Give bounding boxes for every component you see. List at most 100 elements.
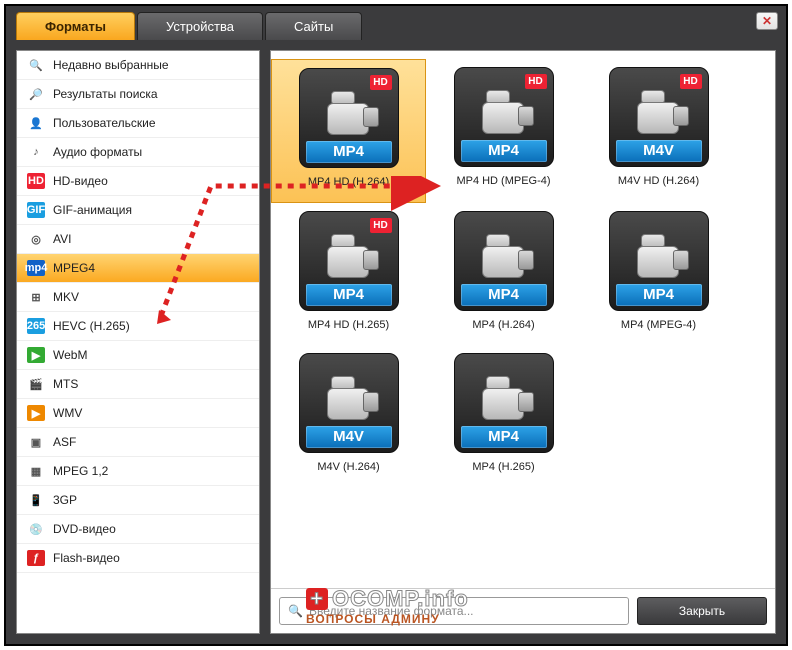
preset-m4v-h-264-[interactable]: M4V M4V (H.264) <box>271 345 426 487</box>
preset-mp4-h-265-[interactable]: MP4 MP4 (H.265) <box>426 345 581 487</box>
sidebar-item-asf[interactable]: ▣ ASF <box>17 428 259 457</box>
sidebar-item-label: MPEG 1,2 <box>53 464 108 478</box>
sidebar-item-label: AVI <box>53 232 71 246</box>
camcorder-icon <box>321 89 377 137</box>
bottom-bar: 🔍 Введите название формата... Закрыть <box>271 588 775 633</box>
sidebar-item-label: HD-видео <box>53 174 108 188</box>
sidebar-item-icon: GIF <box>27 202 45 218</box>
preset-panel: MP4HDMP4 HD (H.264)MP4HDMP4 HD (MPEG-4)M… <box>270 50 776 634</box>
sidebar-item-avi[interactable]: ◎ AVI <box>17 225 259 254</box>
preset-thumbnail: MP4 <box>609 211 709 311</box>
sidebar-item-icon: 265 <box>27 318 45 334</box>
camcorder-icon <box>321 374 377 422</box>
tab-sites[interactable]: Сайты <box>265 12 362 40</box>
preset-m4v-hd-h-264-[interactable]: M4V HD M4V HD (H.264) <box>581 59 736 203</box>
preset-mp4-hd-h-264-[interactable]: MP4HD MP4 HD (H.264) <box>271 59 426 203</box>
camcorder-icon <box>476 374 532 422</box>
preset-thumbnail: MP4 <box>454 211 554 311</box>
sidebar-item-mts[interactable]: 🎬MTS <box>17 370 259 399</box>
sidebar-item-пользовательские[interactable]: 👤 Пользовательские <box>17 109 259 138</box>
sidebar-item-icon: 🔎 <box>27 86 45 102</box>
sidebar-item-icon: mp4 <box>27 260 45 276</box>
preset-thumbnail: M4V <box>299 353 399 453</box>
sidebar-item-icon: 💿 <box>27 521 45 537</box>
sidebar-item-flash-видео[interactable]: ƒFlash-видео <box>17 544 259 573</box>
preset-thumbnail: MP4 HD <box>454 67 554 167</box>
sidebar-item-label: WebM <box>53 348 87 362</box>
sidebar-item-label: Недавно выбранные <box>53 58 169 72</box>
tab-bar: Форматы Устройства Сайты <box>6 6 786 40</box>
window-close-button[interactable]: ✕ <box>756 12 778 30</box>
tab-formats[interactable]: Форматы <box>16 12 135 40</box>
preset-mp4-hd-mpeg-4-[interactable]: MP4 HD MP4 HD (MPEG-4) <box>426 59 581 203</box>
sidebar-item-mkv[interactable]: ⊞ MKV <box>17 283 259 312</box>
format-label: MP4 <box>306 141 392 163</box>
preset-caption: M4V (H.264) <box>271 461 426 473</box>
preset-caption: MP4 (H.264) <box>426 319 581 331</box>
sidebar-item-label: ASF <box>53 435 76 449</box>
search-icon: 🔍 <box>288 604 303 618</box>
hd-badge: HD <box>370 218 392 233</box>
preset-mp4-h-264-[interactable]: MP4 MP4 (H.264) <box>426 203 581 345</box>
preset-caption: MP4 HD (H.265) <box>271 319 426 331</box>
sidebar-item-mpeg-1-2[interactable]: ▦ MPEG 1,2 <box>17 457 259 486</box>
sidebar-item-gif-анимация[interactable]: GIF GIF-анимация <box>17 196 259 225</box>
sidebar-item-label: HEVC (H.265) <box>53 319 130 333</box>
search-placeholder-text: Введите название формата... <box>309 604 474 618</box>
format-label: M4V <box>616 140 702 162</box>
sidebar-item-label: MKV <box>53 290 79 304</box>
sidebar-item-label: Результаты поиска <box>53 87 158 101</box>
sidebar-item-icon: 👤 <box>27 115 45 131</box>
sidebar-item-icon: ⊞ <box>27 289 45 305</box>
sidebar-item-3gp[interactable]: 📱3GP <box>17 486 259 515</box>
format-label: M4V <box>306 426 392 448</box>
preset-caption: MP4 HD (MPEG-4) <box>426 175 581 187</box>
preset-caption: MP4 (MPEG-4) <box>581 319 736 331</box>
sidebar-item-label: Аудио форматы <box>53 145 142 159</box>
preset-caption: M4V HD (H.264) <box>581 175 736 187</box>
tab-devices[interactable]: Устройства <box>137 12 263 40</box>
sidebar-item-hevc-h-265-[interactable]: 265 HEVC (H.265) <box>17 312 259 341</box>
format-label: MP4 <box>306 284 392 306</box>
close-button[interactable]: Закрыть <box>637 597 767 625</box>
preset-thumbnail: MP4 <box>454 353 554 453</box>
sidebar-item-label: GIF-анимация <box>53 203 132 217</box>
hd-badge: HD <box>525 74 547 89</box>
sidebar-item-icon: ◎ <box>27 231 45 247</box>
sidebar-item-недавно-выбранные[interactable]: 🔍 Недавно выбранные <box>17 51 259 80</box>
preset-thumbnail: MP4HD <box>299 68 399 168</box>
camcorder-icon <box>476 88 532 136</box>
sidebar-item-результаты-поиска[interactable]: 🔎 Результаты поиска <box>17 80 259 109</box>
sidebar-item-аудио-форматы[interactable]: ♪Аудио форматы <box>17 138 259 167</box>
sidebar-item-icon: 📱 <box>27 492 45 508</box>
preset-caption: MP4 (H.265) <box>426 461 581 473</box>
hd-badge: HD <box>680 74 702 89</box>
sidebar-item-dvd-видео[interactable]: 💿 DVD-видео <box>17 515 259 544</box>
preset-caption: MP4 HD (H.264) <box>272 176 425 188</box>
sidebar-item-label: Пользовательские <box>53 116 156 130</box>
sidebar-item-icon: ▶ <box>27 405 45 421</box>
format-picker-window: ✕ Форматы Устройства Сайты 🔍 Недавно выбр… <box>4 4 788 646</box>
sidebar-item-webm[interactable]: ▶ WebM <box>17 341 259 370</box>
sidebar-item-icon: 🎬 <box>27 376 45 392</box>
sidebar-item-wmv[interactable]: ▶ WMV <box>17 399 259 428</box>
preset-mp4-hd-h-265-[interactable]: MP4 HD MP4 HD (H.265) <box>271 203 426 345</box>
sidebar-item-icon: ƒ <box>27 550 45 566</box>
sidebar-item-icon: ▶ <box>27 347 45 363</box>
camcorder-icon <box>631 232 687 280</box>
sidebar-item-label: WMV <box>53 406 82 420</box>
preset-grid: MP4HDMP4 HD (H.264)MP4HDMP4 HD (MPEG-4)M… <box>271 51 775 588</box>
sidebar-item-mpeg4[interactable]: mp4MPEG4 <box>17 254 259 283</box>
sidebar-item-label: DVD-видео <box>53 522 116 536</box>
sidebar-item-icon: HD <box>27 173 45 189</box>
preset-mp4-mpeg-4-[interactable]: MP4 MP4 (MPEG-4) <box>581 203 736 345</box>
camcorder-icon <box>476 232 532 280</box>
sidebar-item-hd-видео[interactable]: HD HD-видео <box>17 167 259 196</box>
sidebar-item-icon: ▦ <box>27 463 45 479</box>
search-input[interactable]: 🔍 Введите название формата... <box>279 597 629 625</box>
preset-thumbnail: M4V HD <box>609 67 709 167</box>
format-sidebar[interactable]: 🔍 Недавно выбранные 🔎 Результаты поиска 👤 Пол… <box>16 50 260 634</box>
format-label: MP4 <box>461 140 547 162</box>
sidebar-item-icon: ▣ <box>27 434 45 450</box>
sidebar-item-icon: 🔍 <box>27 57 45 73</box>
